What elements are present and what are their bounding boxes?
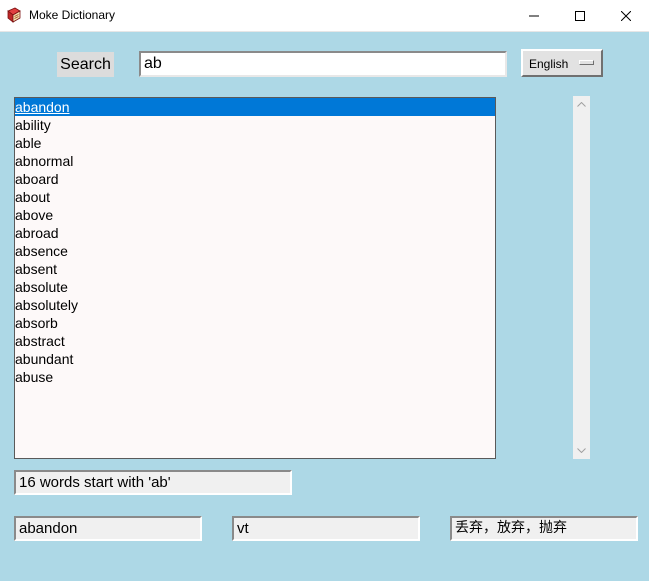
title-bar[interactable]: Moke Dictionary (0, 0, 649, 32)
scroll-down-button[interactable] (573, 442, 590, 459)
chevron-down-icon (577, 448, 586, 453)
word-list-item[interactable]: abroad (15, 224, 495, 242)
minimize-button[interactable] (511, 0, 557, 31)
word-list-item[interactable]: abstract (15, 332, 495, 350)
word-list-item[interactable]: aboard (15, 170, 495, 188)
chevron-up-icon (577, 102, 586, 107)
word-list-item[interactable]: absent (15, 260, 495, 278)
word-list-item[interactable]: absolutely (15, 296, 495, 314)
word-list-item[interactable]: absence (15, 242, 495, 260)
word-list-item[interactable]: absorb (15, 314, 495, 332)
word-list-item[interactable]: able (15, 134, 495, 152)
word-field[interactable]: abandon (14, 516, 202, 541)
minimize-icon (529, 15, 539, 16)
dictionary-book-icon (6, 7, 22, 23)
language-selected-label: English (529, 57, 569, 71)
word-list-item[interactable]: abundant (15, 350, 495, 368)
word-list-item[interactable]: ability (15, 116, 495, 134)
close-icon (621, 10, 631, 21)
option-menu-indicator-icon (579, 60, 594, 65)
word-list-item[interactable]: abuse (15, 368, 495, 386)
word-list[interactable]: abandon ability able abnormal aboard about abo… (14, 97, 496, 459)
search-input[interactable] (139, 51, 507, 77)
maximize-icon (575, 10, 585, 21)
meaning-field[interactable]: 丢弃，放弃，抛弃 (450, 516, 638, 541)
word-list-item[interactable]: abandon (15, 98, 495, 116)
word-list-scrollbar[interactable] (573, 96, 590, 459)
part-of-speech-field[interactable]: vt (232, 516, 420, 541)
maximize-button[interactable] (557, 0, 603, 31)
language-dropdown[interactable]: English (521, 49, 603, 77)
scroll-up-button[interactable] (573, 96, 590, 113)
window-title: Moke Dictionary (29, 8, 116, 22)
close-button[interactable] (603, 0, 649, 31)
word-list-item[interactable]: about (15, 188, 495, 206)
word-list-item[interactable]: absolute (15, 278, 495, 296)
status-text: 16 words start with 'ab' (14, 470, 292, 495)
word-list-item[interactable]: abnormal (15, 152, 495, 170)
word-list-item[interactable]: above (15, 206, 495, 224)
search-label: Search (57, 52, 114, 77)
